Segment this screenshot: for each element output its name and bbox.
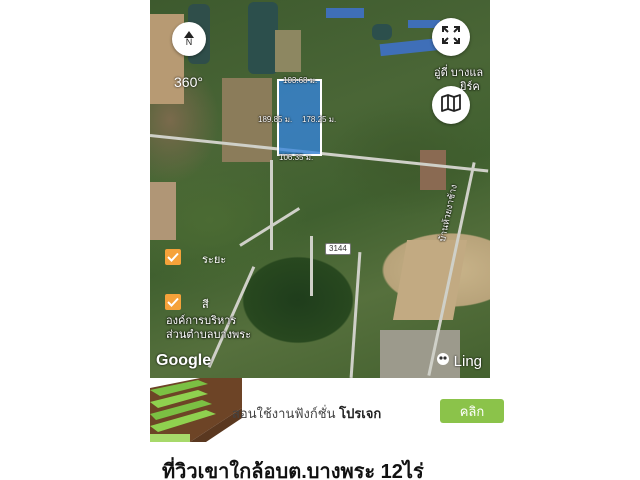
ad-text: สอนใช้งานฟังก์ชั่น โปรเจก: [232, 403, 381, 424]
map-icon: [441, 93, 461, 117]
road-number-badge: 3144: [325, 243, 351, 255]
expand-icon: [441, 25, 461, 50]
parcel-top-length: 103.68 ม.: [283, 76, 318, 85]
listing-title: ที่วิวเขาใกล้อบต.บางพระ 12ไร่: [162, 461, 424, 480]
ad-text-bold: โปรเจก: [339, 406, 382, 421]
compass-icon: N: [184, 31, 194, 47]
parcel-right-length: 178.25 ม.: [302, 115, 337, 124]
satellite-map[interactable]: 103.68 ม. 189.85 ม. 178.25 ม. 106.35 ม. …: [150, 0, 490, 378]
pond: [248, 2, 278, 74]
road: [310, 236, 313, 296]
checkmark-icon: [167, 297, 179, 307]
ad-text-prefix: สอนใช้งานฟังก์ชั่น: [232, 406, 336, 421]
compass-button[interactable]: N: [172, 22, 206, 56]
layer-distance-checkbox[interactable]: [165, 249, 181, 265]
ad-illustration: [150, 378, 242, 442]
bare-field: [420, 150, 446, 190]
parcel-bottom-length: 106.35 ม.: [279, 153, 314, 162]
parcel-left-length: 189.85 ม.: [258, 115, 293, 124]
field: [275, 30, 301, 72]
bare-field: [150, 182, 176, 240]
checkmark-icon: [167, 252, 179, 262]
pond: [372, 24, 392, 40]
building: [326, 8, 364, 18]
map-type-button[interactable]: [432, 86, 470, 124]
view-360-button[interactable]: 360°: [174, 74, 203, 90]
ling-label: Ling: [453, 352, 482, 370]
fullscreen-button[interactable]: [432, 18, 470, 56]
ad-banner[interactable]: สอนใช้งานฟังก์ชั่น โปรเจก คลิก: [150, 378, 504, 442]
ling-logo-icon: [436, 352, 450, 370]
layer-color-checkbox[interactable]: [165, 294, 181, 310]
layer-color-label: สี: [202, 299, 209, 311]
poi-label: อู่ดี่ บางแล: [434, 67, 484, 79]
poi-label-org: ส่วนตำบลบางพระ: [166, 329, 252, 341]
ling-brand: Ling: [436, 352, 482, 370]
road: [349, 252, 362, 378]
ad-cta-button[interactable]: คลิก: [440, 399, 504, 423]
road: [270, 160, 273, 250]
poi-label-org: องค์การบริหาร: [166, 315, 237, 327]
layer-distance-label: ระยะ: [202, 254, 227, 266]
google-logo: Google: [156, 352, 212, 369]
